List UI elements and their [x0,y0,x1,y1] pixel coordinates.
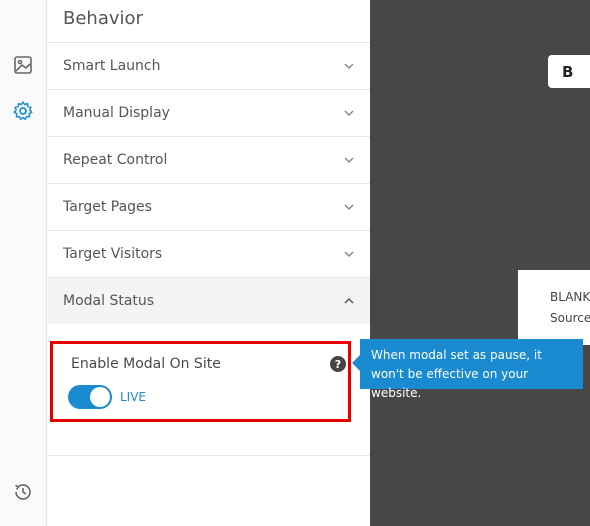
behavior-panel: Behavior Smart Launch Manual Display Rep… [48,0,370,526]
section-label: Repeat Control [63,152,168,168]
chevron-down-icon [344,63,354,70]
history-icon[interactable] [11,480,35,504]
section-label: Manual Display [63,105,170,121]
enable-modal-toggle[interactable] [68,385,112,409]
modal-status-text: LIVE [120,390,147,404]
icon-rail [0,0,47,526]
section-target-pages[interactable]: Target Pages [48,183,370,230]
section-label: Target Visitors [63,246,163,262]
preview-card: BLANK Source [518,270,590,345]
section-label: Smart Launch [63,58,161,74]
section-smart-launch[interactable]: Smart Launch [48,42,370,89]
enable-modal-highlight: Enable Modal On Site ? LIVE [50,341,351,422]
enable-modal-label: Enable Modal On Site [71,356,221,372]
card-text-line1: BLANK [550,290,590,304]
preview-canvas: B BLANK Source [370,0,590,526]
canvas-button[interactable]: B [548,55,590,88]
section-modal-status[interactable]: Modal Status [48,277,370,324]
panel-title: Behavior [63,8,143,29]
chevron-down-icon [344,204,354,211]
divider [48,455,370,456]
section-target-visitors[interactable]: Target Visitors [48,230,370,277]
card-text-line2: Source [550,311,590,325]
help-tooltip: When modal set as pause, it won't be eff… [352,339,583,400]
image-icon[interactable] [11,53,35,77]
section-repeat-control[interactable]: Repeat Control [48,136,370,183]
section-label: Modal Status [63,293,155,309]
section-label: Target Pages [63,199,152,215]
gear-icon[interactable] [11,99,35,123]
section-manual-display[interactable]: Manual Display [48,89,370,136]
help-icon[interactable]: ? [330,356,346,372]
chevron-down-icon [344,251,354,258]
chevron-down-icon [344,157,354,164]
chevron-up-icon [344,297,354,304]
toggle-knob [90,387,110,407]
chevron-down-icon [344,110,354,117]
